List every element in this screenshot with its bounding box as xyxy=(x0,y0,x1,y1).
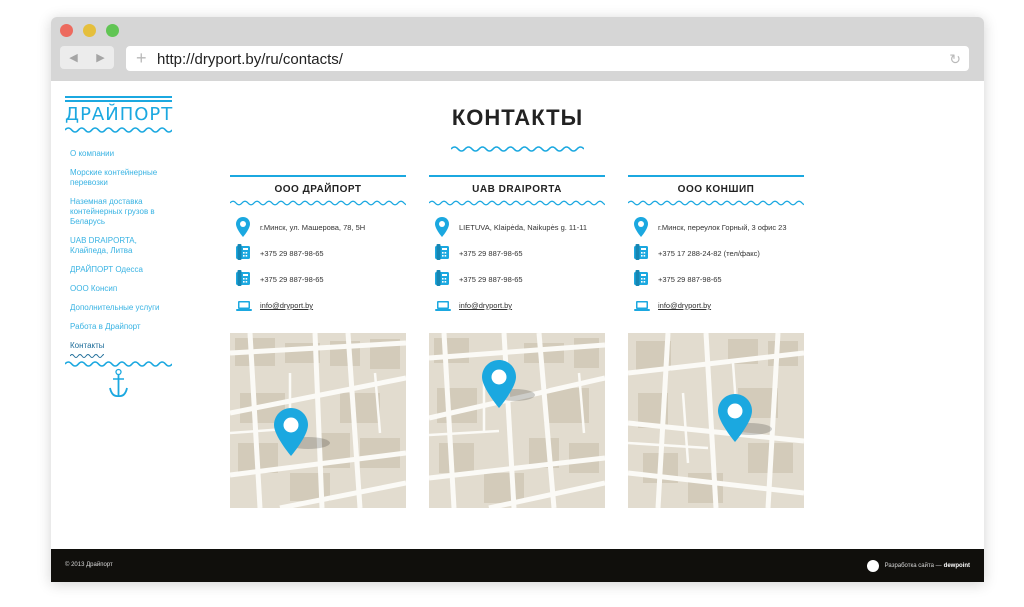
nav-buttons: ◀ ▶ xyxy=(60,46,114,69)
address-row: г.Минск, ул. Машерова, 78, 5Н xyxy=(230,217,406,243)
sidebar-item-contacts[interactable]: Контакты xyxy=(70,341,170,351)
location-pin-icon xyxy=(634,217,648,237)
address-text: г.Минск, ул. Машерова, 78, 5Н xyxy=(260,223,366,232)
map-dryport[interactable] xyxy=(230,333,406,508)
address-text: г.Минск, переулок Горный, 3 офис 23 xyxy=(658,223,787,232)
phone-icon xyxy=(236,244,250,260)
phone-icon xyxy=(236,270,250,286)
sidebar-item-extra-services[interactable]: Дополнительные услуги xyxy=(70,303,170,313)
phone-text[interactable]: +375 29 887-98-65 xyxy=(658,275,722,284)
back-arrow-icon[interactable]: ◀ xyxy=(60,46,87,69)
dewpoint-logo-icon xyxy=(866,559,879,572)
phone-row: +375 29 887-98-65 xyxy=(429,243,605,269)
phone-text[interactable]: +375 29 887-98-65 xyxy=(260,275,324,284)
sidebar-item-odessa[interactable]: ДРАЙПОРТ Одесса xyxy=(70,265,170,275)
sidebar-item-about[interactable]: О компании xyxy=(70,149,170,159)
phone-row: +375 29 887-98-65 xyxy=(628,269,804,295)
phone-text[interactable]: +375 29 887-98-65 xyxy=(459,275,523,284)
phone-row: +375 29 887-98-65 xyxy=(230,243,406,269)
card-top-line xyxy=(628,175,804,177)
map-draiporta[interactable] xyxy=(429,333,605,508)
phone-row: +375 29 887-98-65 xyxy=(429,269,605,295)
card-title: ООО ДРАЙПОРТ xyxy=(274,184,362,195)
card-wave-divider xyxy=(230,200,406,206)
fax-icon xyxy=(634,244,648,260)
phone-icon xyxy=(435,270,449,286)
sidebar-item-sea-transport[interactable]: Морские контейнерные перевозки xyxy=(70,168,170,188)
email-link[interactable]: info@dryport.by xyxy=(459,301,512,310)
email-row: info@dryport.by xyxy=(230,295,406,321)
address-row: LIETUVA, Klaipėda, Naikupės g. 11-11 xyxy=(429,217,605,243)
email-link[interactable]: info@dryport.by xyxy=(260,301,313,310)
contact-card-dryport: ООО ДРАЙПОРТ г.Минск, ул. Машерова, 78, … xyxy=(230,175,406,508)
phone-text[interactable]: +375 17 288-24-82 (тел/факс) xyxy=(658,249,760,258)
contact-card-draiporta: UAB DRAIPORTA LIETUVA, Klaipėda, Naikupė… xyxy=(429,175,605,508)
browser-window: ◀ ▶ + http://dryport.by/ru/contacts/ ↻ Д… xyxy=(51,17,984,582)
email-row: info@dryport.by xyxy=(628,295,804,321)
plus-icon[interactable]: + xyxy=(136,49,147,67)
url-text[interactable]: http://dryport.by/ru/contacts/ xyxy=(157,51,343,68)
address-bar[interactable]: + http://dryport.by/ru/contacts/ ↻ xyxy=(126,46,969,71)
phone-text[interactable]: +375 29 887-98-65 xyxy=(260,249,324,258)
site-footer: © 2013 Драйпорт Разработка сайта — dewpo… xyxy=(51,549,984,582)
laptop-icon xyxy=(236,301,252,311)
sidebar-item-konship[interactable]: ООО Консип xyxy=(70,284,170,294)
title-wave-divider xyxy=(451,146,584,152)
phone-icon xyxy=(435,244,449,260)
developer-brand[interactable]: dewpoint xyxy=(944,563,970,569)
forward-arrow-icon[interactable]: ▶ xyxy=(87,46,114,69)
email-row: info@dryport.by xyxy=(429,295,605,321)
location-pin-icon xyxy=(435,217,449,237)
address-row: г.Минск, переулок Горный, 3 офис 23 xyxy=(628,217,804,243)
sidebar-item-careers[interactable]: Работа в Драйпорт xyxy=(70,322,170,332)
phone-row: +375 29 887-98-65 xyxy=(230,269,406,295)
phone-row: +375 17 288-24-82 (тел/факс) xyxy=(628,243,804,269)
close-window-button[interactable] xyxy=(60,24,73,37)
copyright-text: © 2013 Драйпорт xyxy=(65,562,113,568)
map-konship[interactable] xyxy=(628,333,804,508)
contact-card-konship: ООО КОНШИП г.Минск, переулок Горный, 3 о… xyxy=(628,175,804,508)
browser-chrome: ◀ ▶ + http://dryport.by/ru/contacts/ ↻ xyxy=(51,17,984,81)
card-title: ООО КОНШИП xyxy=(677,184,755,195)
location-pin-icon xyxy=(236,217,250,237)
email-link[interactable]: info@dryport.by xyxy=(658,301,711,310)
laptop-icon xyxy=(634,301,650,311)
card-wave-divider xyxy=(628,200,804,206)
maximize-window-button[interactable] xyxy=(106,24,119,37)
minimize-window-button[interactable] xyxy=(83,24,96,37)
developer-label: Разработка сайта — xyxy=(884,562,942,569)
sidebar-item-land-delivery[interactable]: Наземная доставка контейнерных грузов в … xyxy=(70,197,170,227)
card-top-line xyxy=(429,175,605,177)
developer-credit[interactable]: Разработка сайта — dewpoint xyxy=(866,559,970,572)
web-page: ДРАЙПОРТ О компании Морские контейнерные… xyxy=(51,81,984,549)
card-wave-divider xyxy=(429,200,605,206)
laptop-icon xyxy=(435,301,451,311)
anchor-icon xyxy=(64,359,173,404)
page-title: КОНТАКТЫ xyxy=(451,105,584,130)
card-top-line xyxy=(230,175,406,177)
phone-text[interactable]: +375 29 887-98-65 xyxy=(459,249,523,258)
card-title: UAB DRAIPORTA xyxy=(472,184,562,195)
sidebar-item-draiporta[interactable]: UAB DRAIPORTA, Клайпеда, Литва xyxy=(70,236,170,256)
address-text: LIETUVA, Klaipėda, Naikupės g. 11-11 xyxy=(459,223,587,232)
reload-icon[interactable]: ↻ xyxy=(949,51,961,68)
phone-icon xyxy=(634,270,648,286)
sidebar-menu: О компании Морские контейнерные перевозк… xyxy=(70,149,170,359)
